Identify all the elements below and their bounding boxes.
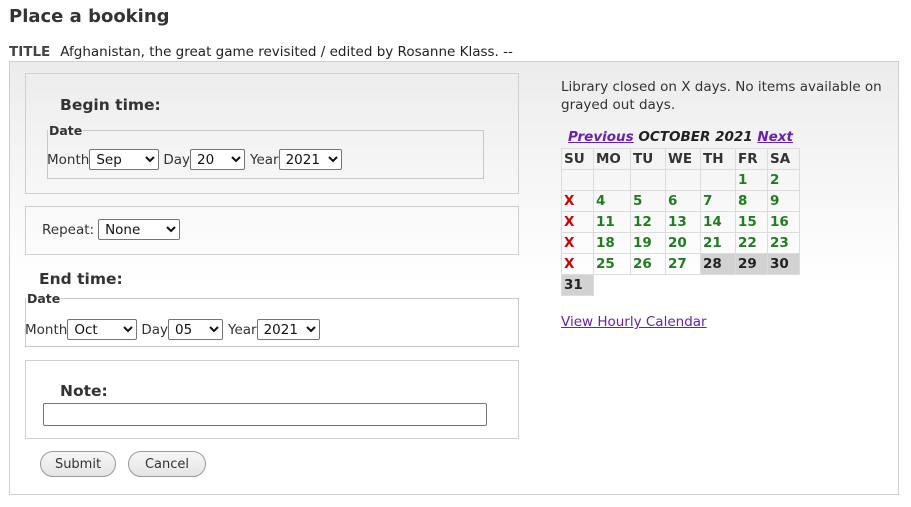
end-day-select[interactable]: 05 — [168, 319, 223, 340]
calendar-week-row: X 11 12 13 14 15 16 — [561, 210, 800, 233]
calendar-closed-day: X — [561, 189, 594, 212]
calendar-week-row: 31 — [561, 273, 800, 296]
availability-calendar: Previous OCTOBER 2021 Next SU MO TU WE TH FR S… — [561, 126, 800, 296]
begin-year-select[interactable]: 2021 — [278, 149, 342, 170]
note-section: Note: — [25, 360, 519, 439]
calendar-day[interactable]: 23 — [767, 231, 800, 254]
closed-days-note: Library closed on X days. No items avail… — [561, 79, 882, 113]
cancel-button[interactable]: Cancel — [128, 451, 206, 477]
repeat-row: Repeat: None — [42, 219, 181, 240]
repeat-section: Repeat: None — [25, 206, 519, 255]
view-hourly-calendar-link[interactable]: View Hourly Calendar — [561, 314, 707, 330]
end-date-legend: Date — [27, 291, 61, 306]
begin-year-label: Year — [250, 151, 279, 168]
calendar-week-row: X456789 — [561, 189, 800, 212]
calendar-closed-day: X — [561, 210, 594, 233]
calendar-empty-cell — [700, 168, 736, 191]
calendar-day[interactable]: 1 — [735, 168, 768, 191]
begin-date-fieldset: Date Month Sep Day 20 Year 2021 — [47, 123, 484, 179]
submit-button[interactable]: Submit — [40, 451, 116, 477]
note-input[interactable] — [43, 403, 487, 426]
begin-time-heading: Begin time: — [60, 96, 161, 114]
begin-day-label: Day — [163, 151, 190, 168]
calendar-day[interactable]: 11 — [593, 210, 631, 233]
calendar-week-row: 12 — [561, 168, 800, 191]
calendar-day[interactable]: 20 — [665, 231, 701, 254]
calendar-weekday-5: FR — [735, 147, 768, 170]
calendar-day[interactable]: 13 — [665, 210, 701, 233]
calendar-weekday-4: TH — [700, 147, 736, 170]
calendar-day[interactable]: 4 — [593, 189, 631, 212]
calendar-day[interactable]: 18 — [593, 231, 631, 254]
calendar-unavailable-day: 30 — [767, 252, 800, 275]
repeat-select[interactable]: None — [98, 219, 181, 240]
repeat-label: Repeat: — [42, 221, 95, 238]
calendar-day[interactable]: 16 — [767, 210, 800, 233]
calendar-closed-day: X — [561, 252, 594, 275]
item-title-value: Afghanistan, the great game revisited / … — [60, 44, 513, 60]
calendar-weekday-2: TU — [630, 147, 666, 170]
calendar-empty-cell — [630, 168, 666, 191]
note-heading: Note: — [60, 382, 108, 400]
begin-month-label: Month — [47, 151, 90, 168]
item-title-label: TITLE — [9, 44, 51, 60]
calendar-day[interactable]: 9 — [767, 189, 800, 212]
calendar-day[interactable]: 27 — [665, 252, 701, 275]
calendar-month-title: OCTOBER 2021 — [638, 128, 753, 145]
calendar-weekday-3: WE — [665, 147, 701, 170]
end-date-fieldset: Date Month Oct Day 05 Year 2021 — [25, 291, 519, 347]
calendar-day[interactable]: 25 — [593, 252, 631, 275]
calendar-day[interactable]: 26 — [630, 252, 666, 275]
calendar-caption: Previous OCTOBER 2021 Next — [562, 126, 800, 148]
next-month-link[interactable]: Next — [757, 129, 793, 145]
calendar-nav-row: Previous OCTOBER 2021 Next — [562, 126, 800, 148]
calendar-week-row: X 18 19 20 21 22 23 — [561, 231, 800, 254]
calendar-unavailable-day: 29 — [735, 252, 768, 275]
calendar-unavailable-day: 31 — [561, 273, 594, 296]
calendar-body: 1 2 X 4 5 6 7 8 9 X 11 12 13 14 15 16 X 18 19 20 21 22 23 X 25 26… — [561, 168, 800, 296]
begin-date-row: Month Sep Day 20 Year 2021 — [47, 149, 342, 170]
calendar-day[interactable]: 6 — [665, 189, 701, 212]
begin-day-select[interactable]: 20 — [190, 149, 245, 170]
calendar-day[interactable]: 21 — [700, 231, 736, 254]
calendar-unavailable-day: 28 — [700, 252, 736, 275]
end-time-heading: End time: — [39, 270, 123, 288]
calendar-weekday-6: SA — [767, 147, 800, 170]
begin-month-select[interactable]: Sep — [89, 149, 160, 170]
calendar-empty-cell — [561, 168, 594, 191]
calendar-day[interactable]: 19 — [630, 231, 666, 254]
begin-time-section: Begin time: Date Month Sep Day 20 Year 2… — [25, 73, 519, 194]
item-title-line: TITLE Afghanistan, the great game revisit… — [9, 44, 513, 60]
calendar-empty-cell — [665, 168, 701, 191]
begin-date-legend: Date — [49, 123, 83, 138]
page-title: Place a booking — [9, 6, 170, 27]
calendar-day[interactable]: 14 — [700, 210, 736, 233]
calendar-day[interactable]: 12 — [630, 210, 666, 233]
end-date-row: Month Oct Day 05 Year 2021 — [25, 319, 320, 340]
end-month-select[interactable]: Oct — [67, 319, 138, 340]
calendar-day[interactable]: 15 — [735, 210, 768, 233]
end-year-select[interactable]: 2021 — [256, 319, 320, 340]
calendar-day[interactable]: 8 — [735, 189, 768, 212]
end-year-label: Year — [228, 321, 257, 338]
previous-month-link[interactable]: Previous — [568, 129, 634, 145]
end-month-label: Month — [25, 321, 68, 338]
calendar-week-row: X 25 26 27 28 29 30 — [561, 252, 800, 275]
calendar-day[interactable]: 7 — [700, 189, 736, 212]
calendar-empty-cell — [593, 168, 631, 191]
calendar-weekday-row: SU MO TU WE TH FR SA — [561, 147, 800, 170]
calendar-weekday-1: MO — [593, 147, 631, 170]
end-day-label: Day — [141, 321, 168, 338]
calendar-day[interactable]: 5 — [630, 189, 666, 212]
calendar-weekday-0: SU — [561, 147, 594, 170]
calendar-day[interactable]: 22 — [735, 231, 768, 254]
calendar-closed-day: X — [561, 231, 594, 254]
calendar-day[interactable]: 2 — [767, 168, 800, 191]
